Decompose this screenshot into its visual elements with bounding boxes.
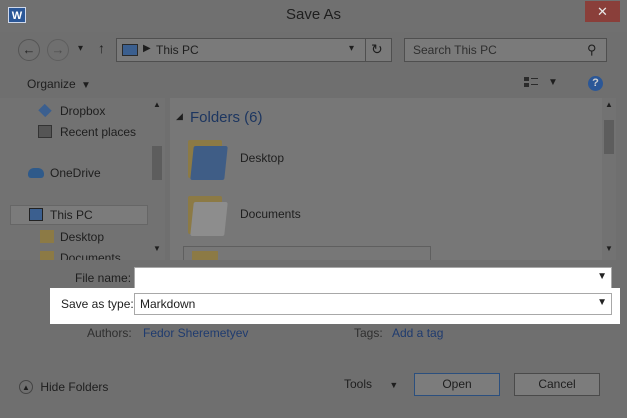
list-item-desktop[interactable]: Desktop [186,136,436,186]
hide-folders-button[interactable]: ▲ Hide Folders [19,379,108,394]
authors-value[interactable]: Fedor Sheremetyev [143,326,248,340]
sidebar-scroll-thumb[interactable] [152,146,162,180]
sidebar-item-label: Documents [60,251,121,260]
chevron-down-icon: ▼ [597,297,607,308]
dropbox-icon [38,103,52,118]
chevron-down-icon: ▼ [389,380,399,390]
this-pc-icon [29,208,43,221]
folder-icon [40,230,54,243]
list-item-documents[interactable]: Documents [186,192,436,242]
address-divider [365,38,366,62]
breadcrumb-separator-icon: ▶ [143,43,151,54]
sidebar-item-label: Desktop [60,230,105,244]
file-list: ◢ Folders (6) Desktop Documents [170,98,605,260]
scroll-down-icon[interactable]: ▼ [153,244,161,253]
save-type-select[interactable]: Markdown ▼ [134,293,612,315]
back-arrow-icon: ← [22,42,36,57]
onedrive-icon [28,168,44,178]
view-options-icon[interactable] [524,76,538,90]
scroll-down-icon[interactable]: ▼ [605,244,613,253]
sidebar-item-this-pc[interactable]: This PC [10,205,148,225]
help-icon[interactable]: ? [588,76,603,91]
scroll-up-icon[interactable]: ▲ [153,100,161,109]
file-name-input[interactable]: ▼ [134,267,612,289]
forward-button[interactable]: → [47,39,69,61]
sidebar-item-onedrive[interactable]: OneDrive [28,163,148,183]
sidebar-scrollbar[interactable]: ▲ ▼ [150,98,164,260]
folder-icon [186,192,228,236]
cancel-button[interactable]: Cancel [514,373,600,396]
sidebar-item-dropbox[interactable]: Dropbox [38,101,148,121]
chevron-down-icon: ▼ [597,271,607,282]
collapse-group-icon[interactable]: ◢ [176,111,183,122]
folder-icon [40,251,54,260]
recent-places-icon [38,125,52,138]
sidebar-item-label: Dropbox [60,104,106,118]
recent-locations-button[interactable]: ▾ [78,43,83,54]
tags-label: Tags: [354,326,383,340]
sidebar-item-label: This PC [50,208,93,222]
close-button[interactable]: ✕ [585,1,620,22]
navigation-pane: Dropbox Recent places OneDrive This PC D… [0,98,165,260]
open-button[interactable]: Open [414,373,500,396]
folder-icon [192,251,218,260]
folder-icon [186,136,228,180]
sidebar-item-label: OneDrive [50,166,101,180]
group-header: Folders (6) [190,109,263,126]
address-dropdown-icon[interactable]: ▾ [349,43,354,54]
view-dropdown-icon[interactable]: ▼ [548,77,558,88]
this-pc-icon [122,44,138,56]
content-scroll-thumb[interactable] [604,120,614,154]
folder-name: Desktop [240,151,285,165]
sidebar-item-desktop[interactable]: Desktop [40,227,148,247]
up-button[interactable]: ↑ [98,40,105,56]
tools-label: Tools [344,377,373,391]
sidebar-item-documents[interactable]: Documents [40,248,148,260]
organize-button[interactable]: Organize ▼ [27,77,91,91]
save-type-label: Save as type: [61,297,134,311]
tools-button[interactable]: Tools ▼ [344,377,398,391]
authors-label: Authors: [87,326,132,340]
tags-value[interactable]: Add a tag [392,326,443,340]
up-arrow-icon: ↑ [98,40,105,56]
file-name-label: File name: [75,271,132,285]
content-scrollbar[interactable]: ▲ ▼ [602,98,616,260]
chevron-down-icon: ▼ [81,80,91,91]
refresh-icon[interactable]: ↻ [371,41,383,58]
sidebar-item-recent-places[interactable]: Recent places [38,122,148,142]
sidebar-item-label: Recent places [60,125,137,139]
search-box[interactable]: Search This PC ⚲ [404,38,607,62]
forward-arrow-icon: → [51,42,65,57]
address-bar[interactable]: ▶ This PC ▾ ↻ [116,38,392,62]
window-title: Save As [285,6,342,23]
chevron-up-icon: ▲ [19,379,33,394]
chevron-down-icon: ▾ [78,43,84,54]
organize-label: Organize [27,77,76,91]
folder-name: Documents [240,207,301,221]
save-type-value: Markdown [140,297,196,311]
search-icon[interactable]: ⚲ [587,42,597,58]
list-item-partial[interactable] [183,246,431,260]
search-input[interactable]: Search This PC [413,43,497,57]
scroll-up-icon[interactable]: ▲ [605,100,613,109]
hide-folders-label: Hide Folders [40,379,109,394]
back-button[interactable]: ← [18,39,40,61]
breadcrumb[interactable]: This PC [156,43,199,57]
close-icon: ✕ [597,4,608,19]
